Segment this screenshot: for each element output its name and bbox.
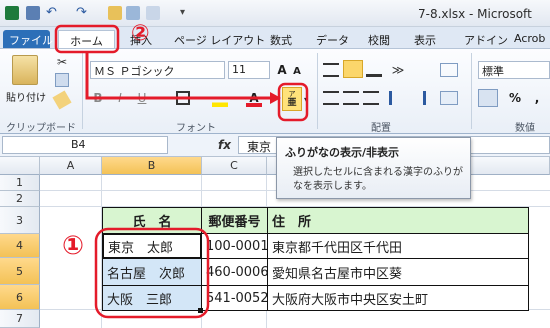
home-tab-highlight <box>54 24 120 54</box>
annotation-overlay <box>54 24 309 319</box>
annotation-arrow <box>85 52 270 100</box>
phonetic-button-highlight <box>277 82 309 122</box>
step-two-marker: ② <box>131 21 150 46</box>
name-range-highlight <box>94 227 210 319</box>
step-one-marker: ① <box>62 231 85 261</box>
